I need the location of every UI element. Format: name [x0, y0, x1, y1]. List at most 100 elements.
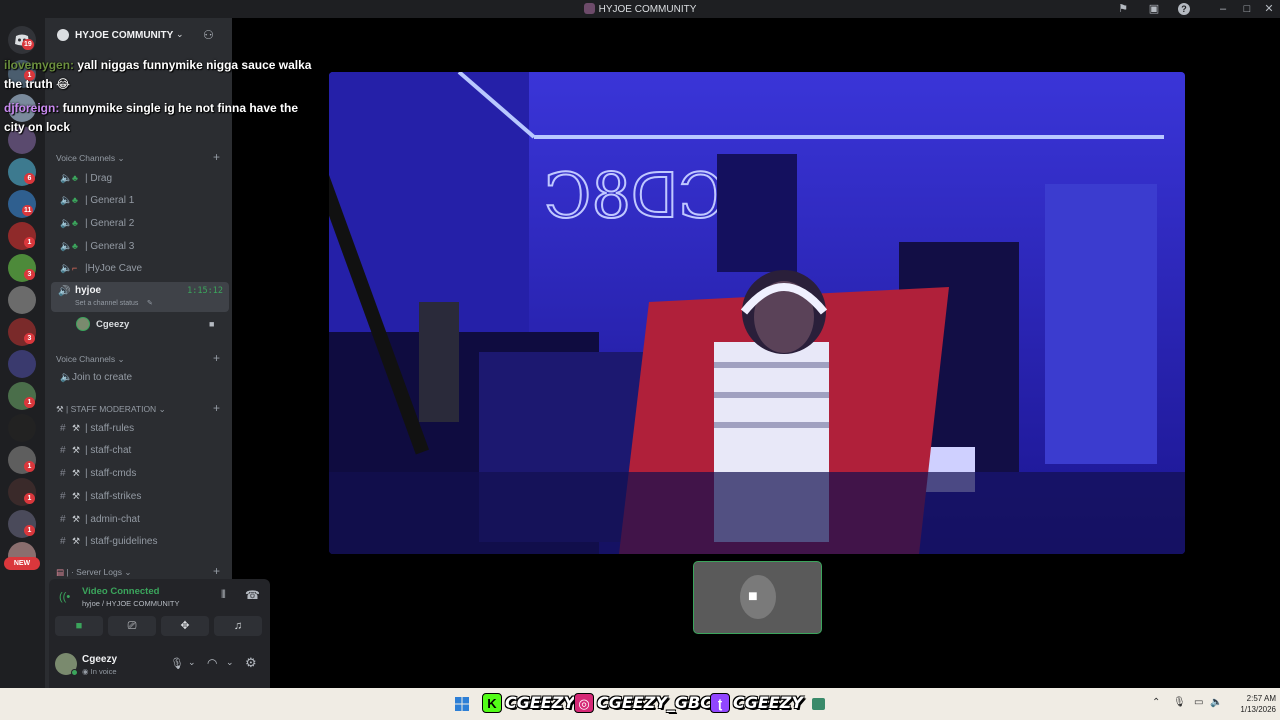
online-status-dot: [71, 669, 78, 676]
speaker-active-icon: 🔊: [58, 286, 71, 297]
add-channel-icon[interactable]: +: [213, 564, 220, 578]
speaker-icon: 🔈: [60, 263, 73, 274]
tools-icon: ⚒: [72, 423, 81, 433]
screen-share-icon: ⎚: [127, 620, 137, 632]
overlay-chat-message: djforeign: funnymike single ig he not fi…: [4, 99, 314, 137]
channel-status-input[interactable]: Set a channel status: [75, 300, 138, 307]
maximize-icon[interactable]: □: [1240, 2, 1254, 16]
clock-time[interactable]: 2:57 AM: [1232, 694, 1276, 703]
channel-label: |HyJoe Cave: [85, 263, 143, 274]
settings-gear-icon[interactable]: ⚙: [245, 655, 257, 671]
user-status: ◉ In voice: [82, 667, 117, 676]
close-icon[interactable]: ✕: [1262, 2, 1276, 16]
category-voice-channels-2[interactable]: Voice Channels ⌄: [56, 354, 125, 365]
text-channel-staff-cmds[interactable]: # ⚒ | staff-cmds: [56, 463, 224, 483]
server-icon[interactable]: [8, 286, 36, 314]
svg-text:Ↄ8ᗡƆ: Ↄ8ᗡƆ: [544, 159, 726, 232]
text-channel-staff-strikes[interactable]: # ⚒ | staff-strikes: [56, 486, 224, 506]
app-taskbar-icon[interactable]: [812, 698, 825, 710]
server-header[interactable]: HYJOE COMMUNITY ⌄ ⚇: [45, 18, 232, 54]
clover-icon: ♣: [72, 195, 78, 205]
kick-handle: CGEEZY: [505, 693, 575, 712]
chevron-down-icon[interactable]: ⌄: [188, 657, 196, 668]
speaker-icon: 🔈: [60, 218, 73, 229]
clover-icon: ♣: [72, 241, 78, 251]
voice-channel-general-1[interactable]: 🔈♣ | General 1: [56, 190, 224, 210]
server-icon[interactable]: [8, 350, 36, 378]
voice-channel-hyjoe[interactable]: 🔊 hyjoe 1:15:12 Set a channel status ✎: [51, 282, 229, 312]
taskbar: K CGEEZY ◎ CGEEZY_GBC ʈ CGEEZY ⌃ 🎙 ▭ 🔈 2…: [0, 688, 1280, 720]
text-channel-admin-chat[interactable]: # ⚒ | admin-chat: [56, 509, 224, 529]
voice-channel-hyjoe-cave[interactable]: 🔈⌐ |HyJoe Cave: [56, 258, 224, 278]
home-badge: 19: [22, 39, 34, 50]
text-channel-staff-rules[interactable]: # ⚒ | staff-rules: [56, 418, 224, 438]
camera-button[interactable]: ■: [55, 616, 103, 636]
hash-icon: #: [60, 491, 66, 502]
pencil-icon[interactable]: ✎: [147, 299, 153, 307]
discord-window: HYJOE COMMUNITY ⚑ ▣ ? – □ ✕ 19 1 6 11 1 …: [0, 0, 1280, 720]
volume-icon[interactable]: 🔈: [1210, 697, 1222, 708]
add-member-icon[interactable]: ⚇: [203, 28, 214, 42]
channel-label: | staff-rules: [85, 423, 135, 434]
twitch-icon: ʈ: [710, 693, 730, 713]
voice-channel-general-3[interactable]: 🔈♣ | General 3: [56, 236, 224, 256]
screen-share-button[interactable]: ⎚: [108, 616, 156, 636]
add-channel-icon[interactable]: +: [213, 401, 220, 415]
server-icon[interactable]: [8, 414, 36, 442]
voice-channel-join-to-create[interactable]: 🔈Join to create: [56, 368, 224, 388]
chevron-up-icon[interactable]: ⌃: [1152, 697, 1160, 708]
chevron-down-icon[interactable]: ⌄: [226, 657, 234, 668]
category-staff-moderation[interactable]: ⚒ | STAFF MODERATION ⌄: [56, 404, 166, 415]
hash-icon: #: [60, 445, 66, 456]
hash-icon: #: [60, 536, 66, 547]
speaker-icon: 🔈: [60, 372, 73, 383]
tools-icon: ⚒: [72, 536, 81, 546]
add-channel-icon[interactable]: +: [213, 150, 220, 164]
soundboard-button[interactable]: ♫: [214, 616, 262, 636]
disconnect-icon[interactable]: ☎: [245, 588, 260, 602]
channel-label: Join to create: [72, 372, 133, 383]
voice-channel-drag[interactable]: 🔈♣ | Drag: [56, 168, 224, 188]
tools-icon: ⚒: [56, 404, 64, 414]
text-channel-staff-guidelines[interactable]: # ⚒ | staff-guidelines: [56, 531, 224, 551]
voice-member-name[interactable]: Cgeezy: [96, 319, 129, 330]
channel-label: | staff-cmds: [85, 468, 137, 479]
video-stream[interactable]: Ↄ8ᗡƆ: [329, 72, 1185, 554]
microphone-icon[interactable]: 🎙: [170, 657, 184, 670]
new-badge: NEW: [4, 557, 40, 570]
network-icon[interactable]: ▭: [1194, 697, 1203, 708]
help-icon[interactable]: ?: [1178, 3, 1190, 15]
text-channel-staff-chat[interactable]: # ⚒ | staff-chat: [56, 440, 224, 460]
activities-icon: ✥: [180, 620, 190, 632]
windows-start-icon[interactable]: [455, 697, 469, 711]
clover-icon: ♣: [72, 173, 78, 183]
logs-icon: ▤: [56, 567, 65, 577]
noise-suppression-icon[interactable]: ⦀: [221, 589, 226, 602]
chevron-down-icon: ⌄: [176, 29, 184, 39]
add-channel-icon[interactable]: +: [213, 351, 220, 365]
overlay-chat-user: djforeign:: [4, 101, 60, 115]
voice-channel-general-2[interactable]: 🔈♣ | General 2: [56, 213, 224, 233]
window-title-text: HYJOE COMMUNITY: [598, 4, 697, 15]
clock-date[interactable]: 1/13/2026: [1228, 705, 1276, 714]
microphone-icon[interactable]: 🎙: [1173, 697, 1186, 708]
category-voice-channels[interactable]: Voice Channels ⌄: [56, 153, 125, 164]
signal-icon[interactable]: ((•: [59, 591, 70, 603]
gun-icon: ⌐: [72, 263, 78, 273]
category-server-logs[interactable]: ▤ | · Server Logs ⌄: [56, 567, 131, 578]
server-badge: 1: [24, 397, 35, 408]
instagram-handle: CGEEZY_GBC: [597, 693, 712, 712]
channel-label: | General 3: [85, 241, 135, 252]
activities-button[interactable]: ✥: [161, 616, 209, 636]
server-badge: 1: [24, 461, 35, 472]
video-camera-icon: ■: [748, 588, 758, 605]
headphones-icon[interactable]: ◠: [207, 656, 217, 670]
minimize-icon[interactable]: –: [1216, 2, 1230, 16]
channel-label: | staff-chat: [85, 445, 132, 456]
kick-icon: K: [482, 693, 502, 713]
flag-icon[interactable]: ⚑: [1116, 2, 1130, 16]
inbox-icon[interactable]: ▣: [1147, 2, 1161, 16]
username: Cgeezy: [82, 654, 118, 665]
self-view-tile[interactable]: ■: [693, 561, 822, 634]
voice-status-subtitle[interactable]: hyjoe / HYJOE COMMUNITY: [82, 599, 180, 608]
